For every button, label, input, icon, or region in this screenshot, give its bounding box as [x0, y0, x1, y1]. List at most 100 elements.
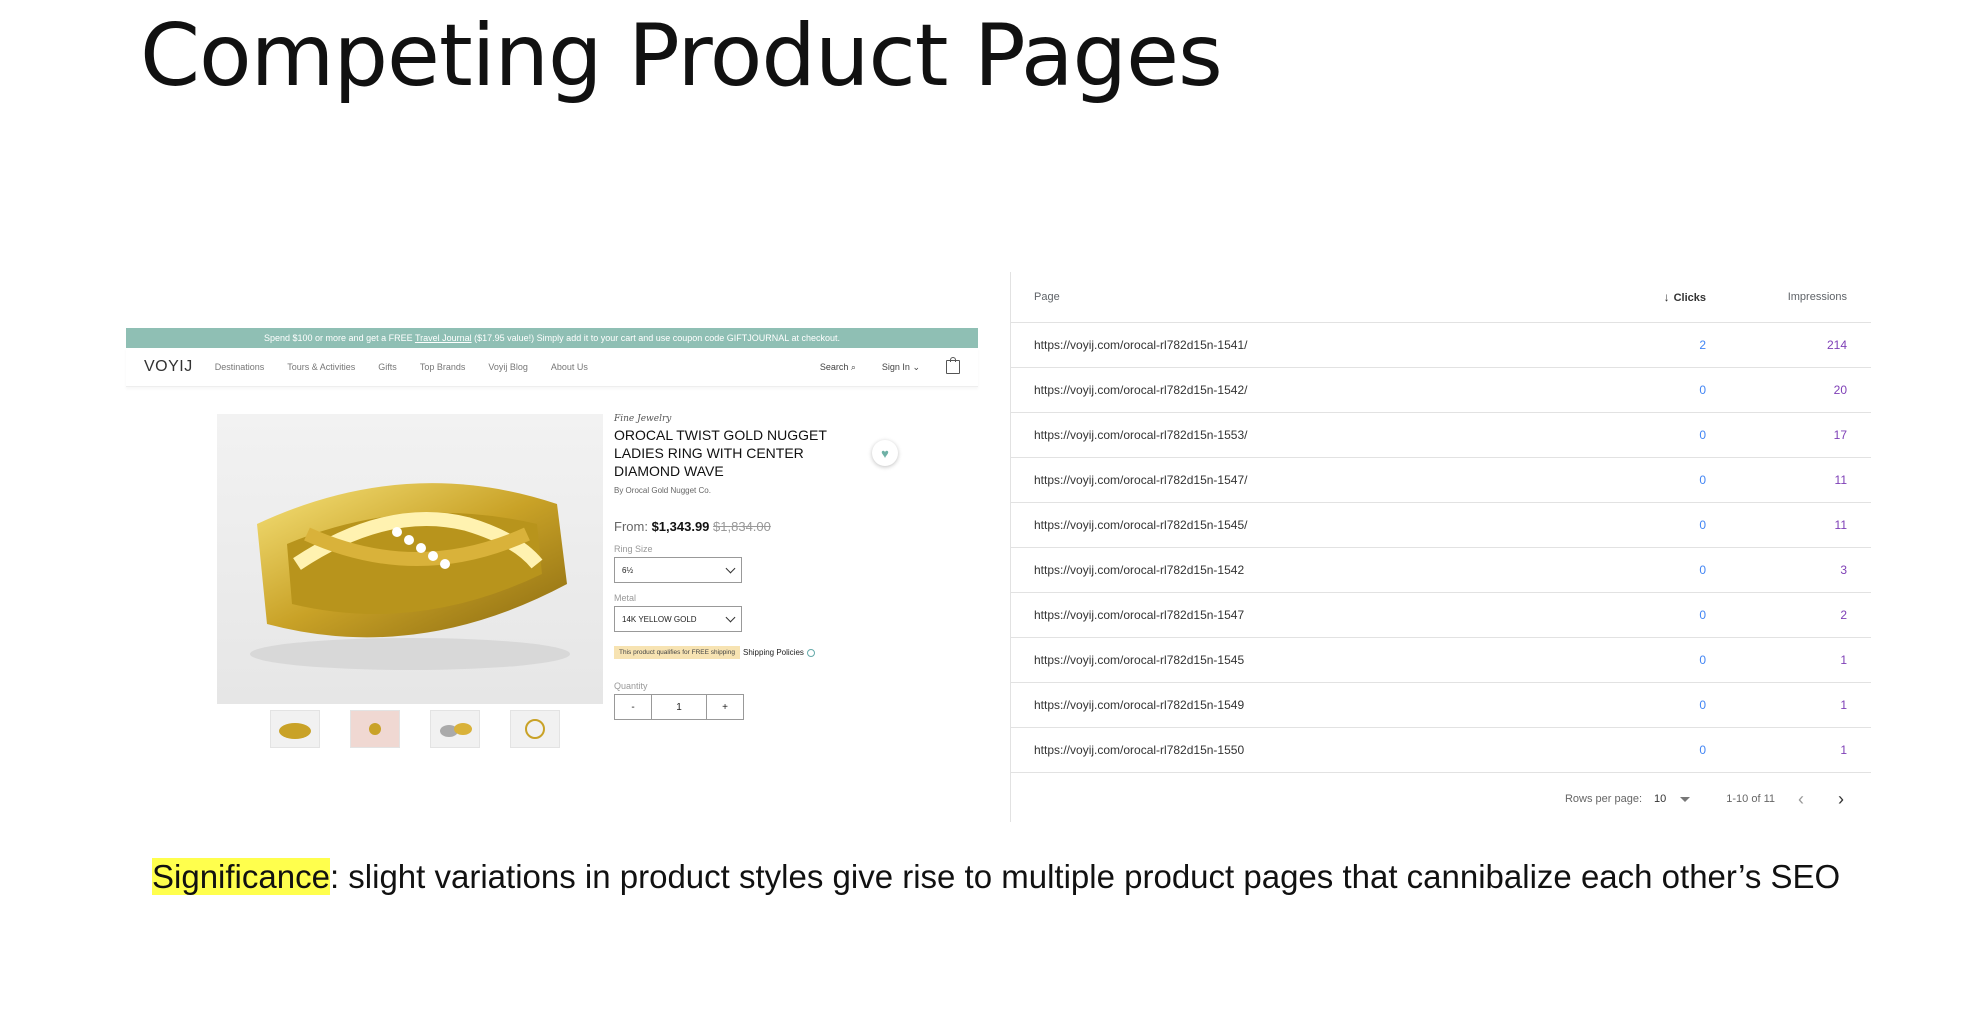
thumbnail[interactable]: [510, 710, 560, 748]
row-page-url: https://voyij.com/orocal-rl782d15n-1553/: [1034, 428, 1248, 442]
product-info: Fine Jewelry Orocal Twist Gold Nugget La…: [614, 414, 844, 720]
table-row[interactable]: https://voyij.com/orocal-rl782d15n-1541/…: [1011, 323, 1871, 368]
product-name: Orocal Twist Gold Nugget Ladies Ring wit…: [614, 427, 827, 479]
site-logo[interactable]: VOYIJ: [144, 358, 193, 376]
nav-right: Search ⌕ Sign In ⌄: [820, 357, 960, 374]
search-icon: ⌕: [850, 361, 856, 372]
promo-link[interactable]: Travel Journal: [415, 333, 472, 343]
row-impressions: 11: [1834, 518, 1847, 532]
prev-page-icon[interactable]: ‹: [1787, 789, 1815, 810]
rows-per-page-value: 10: [1654, 793, 1667, 805]
table-body: https://voyij.com/orocal-rl782d15n-1541/…: [1011, 323, 1871, 773]
header-page[interactable]: Page: [1011, 291, 1431, 303]
header-impressions[interactable]: Impressions: [1706, 291, 1847, 303]
row-impressions: 214: [1826, 338, 1847, 352]
shipping-policies-link[interactable]: Shipping Policies: [743, 648, 804, 657]
price-from-label: From:: [614, 519, 648, 534]
table-row[interactable]: https://voyij.com/orocal-rl782d15n-1553/…: [1011, 413, 1871, 458]
row-clicks: 0: [1699, 473, 1706, 487]
metal-select[interactable]: 14K YELLOW GOLD: [614, 606, 742, 632]
table-row[interactable]: https://voyij.com/orocal-rl782d15n-1545/…: [1011, 503, 1871, 548]
ring-illustration: [250, 483, 570, 670]
row-page-url: https://voyij.com/orocal-rl782d15n-1545/: [1034, 518, 1248, 532]
chevron-down-icon: ⌄: [912, 361, 920, 372]
rows-per-page-select[interactable]: 10: [1654, 793, 1691, 805]
nav-item-blog[interactable]: Voyij Blog: [488, 362, 528, 372]
row-clicks: 0: [1699, 563, 1706, 577]
promo-text: Spend $100 or more and get a FREE: [264, 333, 415, 343]
significance-text: : slight variations in product styles gi…: [329, 858, 1841, 895]
nav-item-top-brands[interactable]: Top Brands: [420, 362, 466, 372]
product-main-image: [217, 414, 603, 704]
nav-item-gifts[interactable]: Gifts: [378, 362, 397, 372]
row-clicks: 0: [1699, 743, 1706, 757]
rows-per-page-label: Rows per page:: [1564, 793, 1643, 805]
table-row[interactable]: https://voyij.com/orocal-rl782d15n-1542 0…: [1011, 548, 1871, 593]
chevron-down-icon: [725, 563, 736, 573]
sign-in-link[interactable]: Sign In ⌄: [882, 362, 920, 373]
row-page-url: https://voyij.com/orocal-rl782d15n-1547/: [1034, 473, 1248, 487]
arrow-down-icon: ↓: [1663, 290, 1670, 304]
sign-in-label: Sign In: [881, 361, 910, 372]
row-clicks: 0: [1699, 383, 1706, 397]
shipping-row: This product qualifies for FREE shipping…: [614, 646, 844, 659]
ring-size-select[interactable]: 6½: [614, 557, 742, 583]
row-impressions: 20: [1833, 383, 1847, 397]
table-row[interactable]: https://voyij.com/orocal-rl782d15n-1545 0…: [1011, 638, 1871, 683]
table-row[interactable]: https://voyij.com/orocal-rl782d15n-1542/…: [1011, 368, 1871, 413]
row-clicks: 0: [1699, 653, 1706, 667]
row-page-url: https://voyij.com/orocal-rl782d15n-1542: [1034, 563, 1245, 577]
table-row[interactable]: https://voyij.com/orocal-rl782d15n-1550 0…: [1011, 728, 1871, 773]
row-clicks: 0: [1699, 428, 1706, 442]
table-row[interactable]: https://voyij.com/orocal-rl782d15n-1549 0…: [1011, 683, 1871, 728]
significance-note: Significance: slight variations in produ…: [152, 858, 1840, 896]
chevron-down-icon: [725, 612, 736, 622]
significance-label: Significance: [152, 858, 330, 895]
thumbnail[interactable]: [350, 710, 400, 748]
row-impressions: 1: [1840, 743, 1847, 757]
row-clicks: 2: [1699, 338, 1706, 352]
promo-bar: Spend $100 or more and get a FREE Travel…: [126, 328, 978, 348]
site-nav: VOYIJ Destinations Tours & Activities Gi…: [126, 348, 978, 387]
nav-item-about[interactable]: About Us: [551, 362, 588, 372]
search-link[interactable]: Search ⌕: [820, 362, 856, 373]
product-brand[interactable]: By Orocal Gold Nugget Co.: [614, 486, 844, 495]
info-icon[interactable]: [806, 648, 815, 657]
header-clicks[interactable]: ↓ Clicks: [1431, 290, 1706, 304]
table-row[interactable]: https://voyij.com/orocal-rl782d15n-1547 0…: [1011, 593, 1871, 638]
thumbnail[interactable]: [430, 710, 480, 748]
next-page-icon[interactable]: ›: [1827, 789, 1855, 810]
qty-input[interactable]: 1: [651, 695, 707, 719]
qty-minus-button[interactable]: -: [615, 695, 651, 719]
header-clicks-label: Clicks: [1673, 292, 1706, 304]
row-page-url: https://voyij.com/orocal-rl782d15n-1550: [1034, 743, 1245, 757]
dropdown-arrow-icon: [1680, 796, 1691, 802]
price-sale: $1,343.99: [651, 519, 710, 534]
row-page-url: https://voyij.com/orocal-rl782d15n-1547: [1034, 608, 1245, 622]
nav-item-destinations[interactable]: Destinations: [215, 362, 265, 372]
product-category: Fine Jewelry: [614, 414, 672, 424]
row-page-url: https://voyij.com/orocal-rl782d15n-1541/: [1034, 338, 1248, 352]
thumbnail[interactable]: [270, 710, 320, 748]
nav-item-tours[interactable]: Tours & Activities: [287, 362, 355, 372]
shopping-bag-icon[interactable]: [946, 357, 960, 374]
page-range: 1-10 of 11: [1726, 793, 1775, 805]
metal-value: 14K YELLOW GOLD: [622, 614, 697, 624]
qty-plus-button[interactable]: +: [707, 695, 743, 719]
slide-title: Competing Product Pages: [140, 6, 1223, 106]
search-label: Search: [819, 361, 849, 372]
ring-size-label: Ring Size: [614, 544, 653, 554]
row-page-url: https://voyij.com/orocal-rl782d15n-1542/: [1034, 383, 1248, 397]
row-impressions: 17: [1833, 428, 1847, 442]
performance-table: Page ↓ Clicks Impressions https://voyij.c…: [1010, 272, 1871, 822]
row-impressions: 11: [1834, 473, 1847, 487]
row-impressions: 1: [1840, 698, 1847, 712]
quantity-label: Quantity: [614, 681, 648, 691]
table-row[interactable]: https://voyij.com/orocal-rl782d15n-1547/…: [1011, 458, 1871, 503]
table-footer: Rows per page: 10 1-10 of 11 ‹ ›: [1011, 773, 1871, 825]
wishlist-heart-icon[interactable]: ♥: [872, 440, 898, 466]
ring-size-value: 6½: [622, 565, 634, 575]
row-impressions: 2: [1840, 608, 1847, 622]
quantity-stepper: - 1 +: [614, 694, 744, 720]
free-shipping-badge: This product qualifies for FREE shipping: [614, 646, 740, 659]
